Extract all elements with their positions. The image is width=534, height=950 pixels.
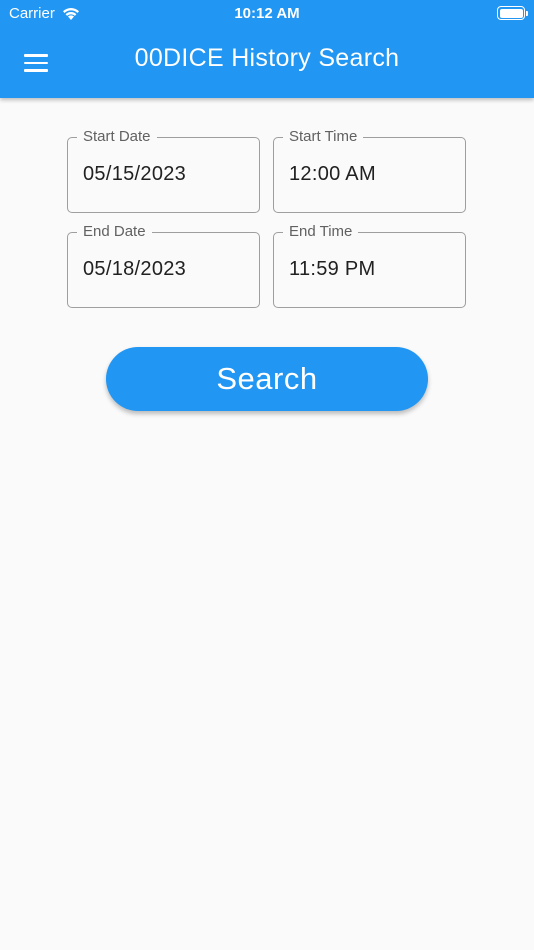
page-title: 00DICE History Search	[134, 44, 400, 72]
start-date-value: 05/15/2023	[83, 163, 187, 185]
start-date-label: Start Date	[77, 128, 157, 146]
end-date-value: 05/18/2023	[83, 258, 187, 280]
app-bar: Carrier 10:12 AM 00DICE History Search	[0, 0, 534, 98]
status-time: 10:12 AM	[234, 5, 300, 22]
end-time-value: 11:59 PM	[289, 258, 376, 280]
status-bar: Carrier 10:12 AM	[0, 0, 534, 28]
search-button[interactable]: Search	[106, 347, 428, 411]
end-time-label: End Time	[283, 223, 359, 241]
start-date-field[interactable]: Start Date 05/15/2023	[67, 128, 260, 213]
battery-icon	[497, 6, 528, 20]
end-date-field[interactable]: End Date 05/18/2023	[67, 223, 260, 308]
start-time-field[interactable]: Start Time 12:00 AM	[273, 128, 466, 213]
end-time-field[interactable]: End Time 11:59 PM	[273, 223, 466, 308]
start-time-label: Start Time	[283, 128, 364, 146]
start-time-value: 12:00 AM	[289, 163, 376, 185]
end-date-label: End Date	[77, 223, 152, 241]
